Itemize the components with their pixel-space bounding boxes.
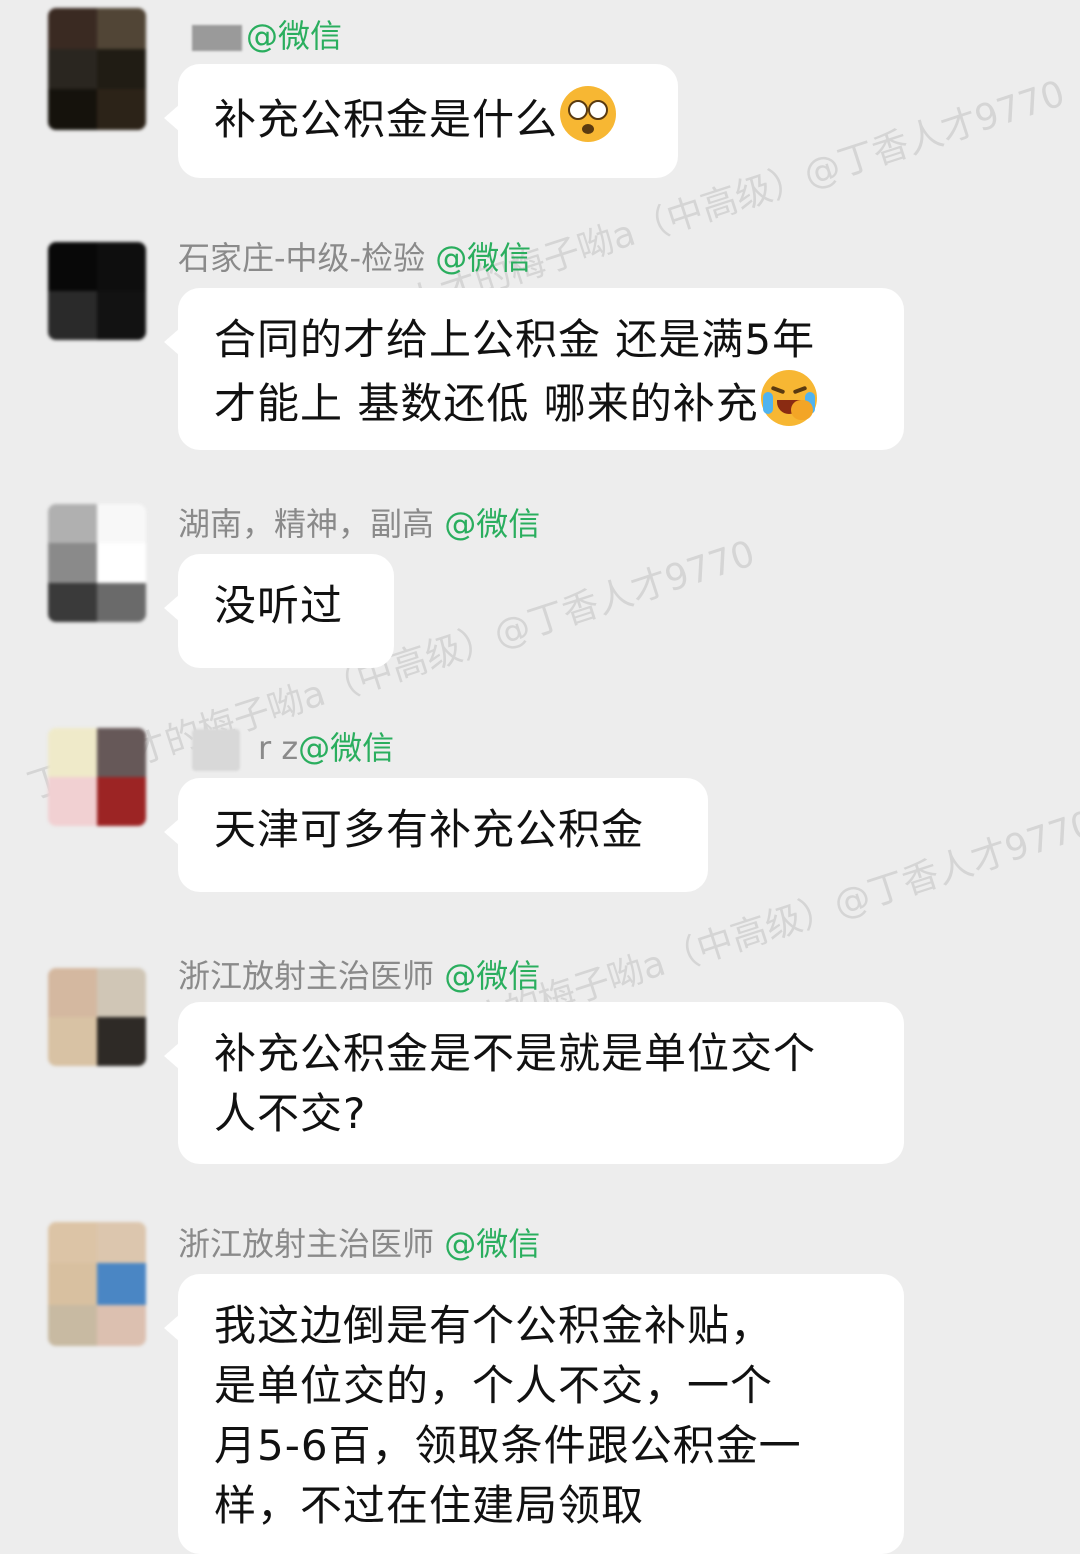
message-text-line: 合同的才给上公积金 还是满5年 bbox=[214, 315, 816, 364]
platform-label: @微信 bbox=[435, 239, 532, 277]
avatar[interactable] bbox=[48, 728, 146, 826]
sender-label: 浙江放射主治医师 bbox=[178, 1225, 435, 1263]
sender-label: 浙江放射主治医师 bbox=[178, 957, 435, 995]
avatar[interactable] bbox=[48, 242, 146, 340]
sender-name[interactable]: 湖南，精神，副高 @微信 bbox=[178, 504, 540, 544]
message-text-line: 样，不过在住建局领取 bbox=[214, 1481, 645, 1530]
sender-label: 湖南，精神，副高 bbox=[178, 505, 435, 543]
message-text-line: 月5-6百，领取条件跟公积金一 bbox=[214, 1421, 802, 1470]
message-text-line: 是单位交的，个人不交，一个 bbox=[214, 1361, 774, 1410]
platform-label: @微信 bbox=[444, 957, 541, 995]
chat-area: 丁香人才的梅子呦a（中高级）@丁香人才9770 丁香人才的梅子呦a（中高级）@丁… bbox=[0, 0, 1080, 1554]
sender-name[interactable]: 石家庄-中级-检验 @微信 bbox=[178, 238, 531, 278]
platform-label: @微信 bbox=[444, 1225, 541, 1263]
avatar[interactable] bbox=[48, 8, 146, 130]
sender-name[interactable]: 浙江放射主治医师 @微信 bbox=[178, 956, 540, 996]
sender-name[interactable]: 浙江放射主治医师 @微信 bbox=[178, 1224, 540, 1264]
sender-label: r z bbox=[258, 729, 299, 767]
message-text: 补充公积金是什么 bbox=[214, 95, 559, 144]
message-bubble[interactable]: 我这边倒是有个公积金补贴， 是单位交的，个人不交，一个 月5-6百，领取条件跟公… bbox=[164, 1274, 904, 1554]
message-bubble[interactable]: 天津可多有补充公积金 bbox=[164, 778, 708, 892]
message-text-line: 补充公积金是不是就是单位交个 bbox=[214, 1029, 817, 1078]
message-bubble[interactable]: 补充公积金是不是就是单位交个 人不交? bbox=[164, 1002, 904, 1164]
crying-laughing-face-icon bbox=[760, 370, 817, 426]
message-bubble[interactable]: 合同的才给上公积金 还是满5年 才能上 基数还低 哪来的补充 bbox=[164, 288, 904, 450]
platform-label: @微信 bbox=[246, 17, 343, 55]
message-bubble[interactable]: 没听过 bbox=[164, 554, 394, 668]
avatar[interactable] bbox=[48, 968, 146, 1066]
sender-name[interactable]: r z@微信 bbox=[192, 728, 395, 771]
platform-label: @微信 bbox=[444, 505, 541, 543]
message-text-line: 人不交? bbox=[214, 1089, 367, 1138]
avatar[interactable] bbox=[48, 1222, 146, 1346]
message-text-line: 我这边倒是有个公积金补贴， bbox=[214, 1301, 774, 1350]
blurred-name bbox=[192, 25, 242, 51]
message-bubble[interactable]: 补充公积金是什么 bbox=[164, 64, 678, 178]
sender-label: 石家庄-中级-检验 bbox=[178, 239, 426, 277]
shocked-face-icon bbox=[560, 86, 617, 142]
message-text-line: 才能上 基数还低 哪来的补充 bbox=[214, 379, 759, 428]
message-text: 没听过 bbox=[214, 581, 344, 630]
blurred-name bbox=[192, 729, 240, 771]
message-text: 天津可多有补充公积金 bbox=[214, 805, 645, 854]
sender-name[interactable]: @微信 bbox=[192, 16, 342, 56]
platform-label: @微信 bbox=[298, 729, 395, 767]
avatar[interactable] bbox=[48, 504, 146, 622]
